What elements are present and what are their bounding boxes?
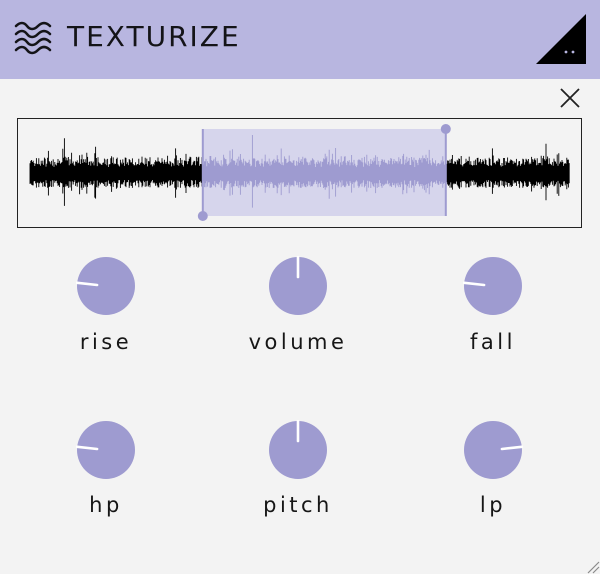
resize-grip-icon[interactable] [580,554,600,574]
knob-hp[interactable] [76,420,136,480]
corner-menu-icon[interactable] [536,14,586,64]
knob-fall[interactable] [463,256,523,316]
knob-lp[interactable] [463,420,523,480]
wave-lines-icon [14,21,52,55]
selection-start-handle[interactable] [197,211,208,221]
knob-volume[interactable] [268,256,328,316]
knob-label-hp: hp [89,493,123,517]
knob-rise[interactable] [76,256,136,316]
knob-pitch[interactable] [268,420,328,480]
waveform-panel[interactable] [17,118,582,228]
header-bar: TEXTURIZE [0,0,600,79]
waveform-display[interactable] [18,119,580,226]
knob-label-rise: rise [79,330,133,354]
knob-label-volume: volume [248,330,348,354]
close-icon[interactable] [558,86,582,110]
knob-label-fall: fall [470,330,516,354]
app-title: TEXTURIZE [67,20,241,53]
selection-end-handle[interactable] [440,124,451,134]
knob-label-lp: lp [479,493,507,517]
knob-label-pitch: pitch [263,493,333,517]
